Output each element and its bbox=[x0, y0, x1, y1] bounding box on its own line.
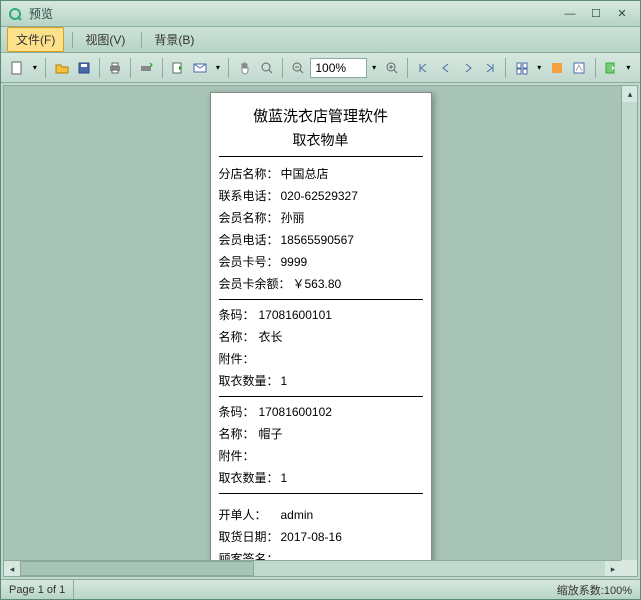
scrollbar-track[interactable] bbox=[622, 102, 637, 560]
open-icon[interactable] bbox=[51, 57, 71, 79]
zoom-dropdown[interactable]: ▾ bbox=[369, 58, 380, 78]
last-page-icon[interactable] bbox=[480, 57, 500, 79]
scrollbar-track[interactable] bbox=[20, 561, 605, 576]
menu-separator bbox=[141, 32, 142, 48]
item-attachment: 附件： bbox=[219, 445, 423, 467]
export-file-icon[interactable] bbox=[600, 57, 620, 79]
menu-bar: 文件(F) 视图(V) 背景(B) bbox=[1, 27, 640, 53]
close-button[interactable]: ✕ bbox=[610, 5, 634, 23]
save-icon[interactable] bbox=[74, 57, 94, 79]
email-icon[interactable] bbox=[190, 57, 210, 79]
doc-title: 傲蓝洗衣店管理软件 bbox=[219, 105, 423, 126]
menu-file[interactable]: 文件(F) bbox=[7, 27, 64, 52]
item-barcode: 条码：17081600101 bbox=[219, 304, 423, 326]
scroll-left-icon[interactable]: ◂ bbox=[4, 561, 20, 577]
status-bar: Page 1 of 1 缩放系数:100% bbox=[1, 579, 640, 599]
maximize-button[interactable]: ☐ bbox=[584, 5, 608, 23]
new-doc-icon[interactable] bbox=[7, 57, 27, 79]
email-dropdown[interactable]: ▾ bbox=[212, 58, 223, 78]
status-page: Page 1 of 1 bbox=[1, 580, 74, 599]
export-icon[interactable] bbox=[168, 57, 188, 79]
title-bar: 预览 — ☐ ✕ bbox=[1, 1, 640, 27]
status-zoom: 缩放系数:100% bbox=[549, 580, 640, 599]
vertical-scrollbar[interactable]: ▴ ▾ bbox=[621, 86, 637, 576]
item-barcode: 条码：17081600102 bbox=[219, 401, 423, 423]
item-qty: 取衣数量：1 bbox=[219, 370, 423, 392]
app-icon bbox=[7, 6, 23, 22]
first-page-icon[interactable] bbox=[413, 57, 433, 79]
item-name: 名称：帽子 bbox=[219, 423, 423, 445]
print-icon[interactable] bbox=[105, 57, 125, 79]
hand-tool-icon[interactable] bbox=[234, 57, 254, 79]
zoom-tool-icon[interactable] bbox=[257, 57, 277, 79]
item-qty: 取衣数量：1 bbox=[219, 467, 423, 489]
page: 傲蓝洗衣店管理软件 取衣物单 分店名称：中国总店 联系电话：020-625293… bbox=[210, 92, 432, 577]
item-name: 名称：衣长 bbox=[219, 326, 423, 348]
multipage-dropdown[interactable]: ▾ bbox=[534, 58, 545, 78]
zoom-in-icon[interactable] bbox=[382, 57, 402, 79]
color-icon[interactable] bbox=[547, 57, 567, 79]
menu-background[interactable]: 背景(B) bbox=[146, 28, 202, 51]
next-page-icon[interactable] bbox=[458, 57, 478, 79]
quick-print-icon[interactable] bbox=[136, 57, 156, 79]
menu-view[interactable]: 视图(V) bbox=[77, 28, 133, 51]
doc-subtitle: 取衣物单 bbox=[219, 130, 423, 157]
zoom-out-icon[interactable] bbox=[288, 57, 308, 79]
menu-separator bbox=[72, 32, 73, 48]
preview-canvas[interactable]: 傲蓝洗衣店管理软件 取衣物单 分店名称：中国总店 联系电话：020-625293… bbox=[3, 85, 638, 577]
field-shop: 分店名称：中国总店 bbox=[219, 163, 423, 185]
field-contact: 联系电话：020-62529327 bbox=[219, 185, 423, 207]
watermark-icon[interactable] bbox=[569, 57, 589, 79]
horizontal-scrollbar[interactable]: ◂ ▸ bbox=[4, 560, 621, 576]
scroll-up-icon[interactable]: ▴ bbox=[622, 86, 638, 102]
zoom-input[interactable]: 100% bbox=[310, 58, 366, 78]
scroll-corner bbox=[621, 560, 637, 576]
minimize-button[interactable]: — bbox=[558, 5, 582, 23]
field-card-no: 会员卡号：9999 bbox=[219, 251, 423, 273]
scrollbar-thumb[interactable] bbox=[20, 561, 254, 576]
multipage-icon[interactable] bbox=[511, 57, 531, 79]
prev-page-icon[interactable] bbox=[435, 57, 455, 79]
field-member-name: 会员名称：孙丽 bbox=[219, 207, 423, 229]
item-attachment: 附件： bbox=[219, 348, 423, 370]
toolbar: ▾ ▾ 100% ▾ ▾ ▾ bbox=[1, 53, 640, 83]
field-member-phone: 会员电话：18565590567 bbox=[219, 229, 423, 251]
field-balance: 会员卡余额：￥563.80 bbox=[219, 273, 423, 295]
field-operator: 开单人：admin bbox=[219, 504, 423, 526]
new-doc-dropdown[interactable]: ▾ bbox=[29, 58, 40, 78]
window-title: 预览 bbox=[29, 5, 556, 22]
scroll-right-icon[interactable]: ▸ bbox=[605, 561, 621, 577]
field-date: 取货日期：2017-08-16 bbox=[219, 526, 423, 548]
export-dropdown[interactable]: ▾ bbox=[623, 58, 634, 78]
